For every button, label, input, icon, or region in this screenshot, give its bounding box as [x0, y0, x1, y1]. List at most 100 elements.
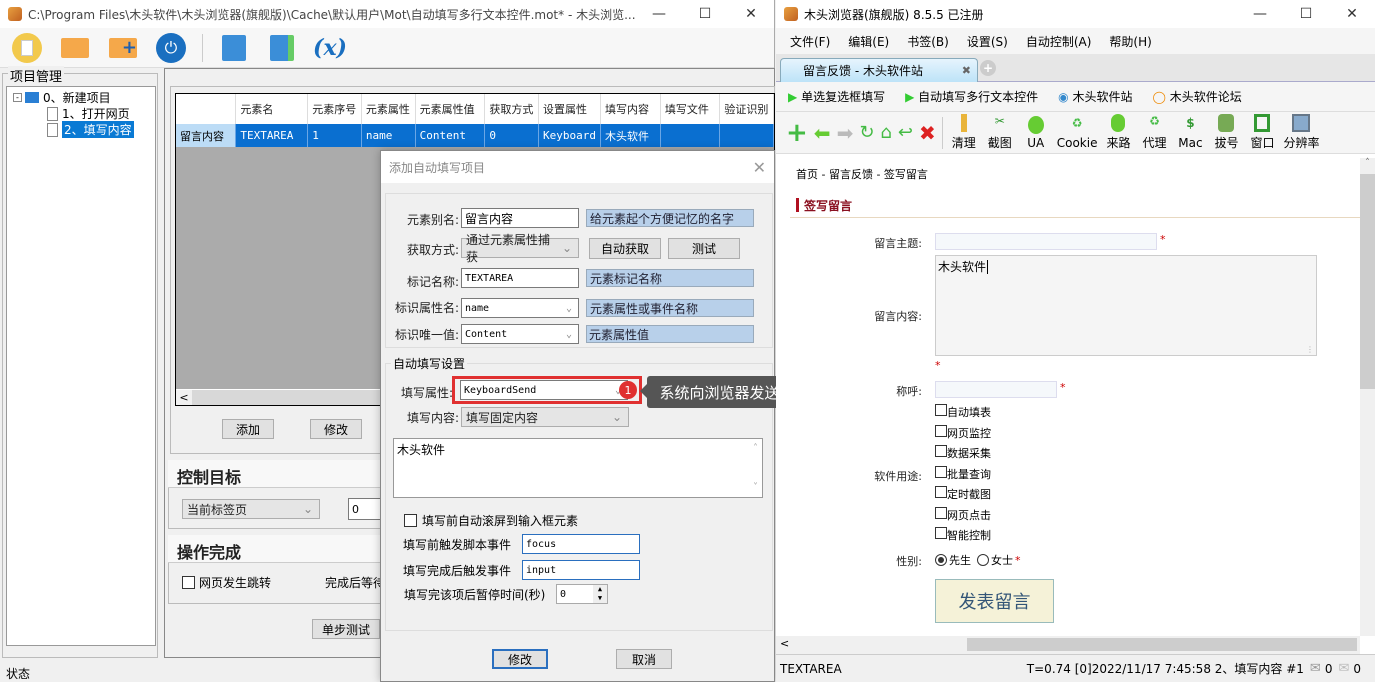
usage-checkbox[interactable]: 智能控制 [935, 526, 991, 547]
radio-male[interactable] [935, 554, 947, 566]
tree-root[interactable]: - 0、新建项目 [13, 89, 111, 106]
name-input[interactable] [935, 381, 1057, 398]
confirm-modify-button[interactable]: 修改 [492, 649, 548, 669]
target-select[interactable]: 当前标签页 ⌄ [182, 499, 320, 519]
variable-icon[interactable]: (x) [313, 32, 347, 64]
tool-referer[interactable]: 来路 [1103, 114, 1133, 151]
power-icon[interactable]: ⏻ [154, 32, 188, 64]
fill-text-area[interactable]: 木头软件 ˄ ˅ [393, 438, 763, 498]
checkbox-icon[interactable] [935, 404, 947, 416]
spinner-arrows-icon[interactable]: ▲ ▼ [593, 585, 607, 603]
bookmark-item[interactable]: ▶ 单选复选框填写 [788, 88, 885, 105]
menu-file[interactable]: 文件(F) [790, 33, 830, 50]
usage-checkbox[interactable]: 批量查询 [935, 465, 991, 486]
table-cell[interactable]: 1 [307, 124, 362, 147]
checkbox-icon[interactable] [935, 424, 947, 437]
close-tab-icon[interactable]: ✖ [962, 64, 971, 77]
usage-checkbox[interactable]: 网页点击 [935, 506, 991, 527]
menu-edit[interactable]: 编辑(E) [848, 33, 889, 50]
add-button[interactable]: 添加 [222, 419, 274, 439]
save-icon[interactable] [217, 32, 251, 64]
auto-get-button[interactable]: 自动获取 [589, 238, 661, 259]
table-cell[interactable]: 0 [484, 124, 539, 147]
page-vscrollbar[interactable]: ˄ [1360, 158, 1375, 636]
page-redirect-checkbox[interactable]: 网页发生跳转 [182, 574, 271, 591]
table-cell[interactable]: Content [415, 124, 486, 147]
forward-icon[interactable]: ➡ [837, 121, 854, 145]
save-as-icon[interactable] [265, 32, 299, 64]
table-cell[interactable]: name [361, 124, 416, 147]
minimize-button[interactable]: — [636, 6, 682, 22]
checkbox-icon[interactable] [935, 445, 947, 457]
scroll-down-icon[interactable]: ˅ [753, 482, 758, 493]
fill-prop-select[interactable]: KeyboardSend ⌄ [460, 380, 628, 400]
scroll-thumb[interactable] [967, 638, 1357, 651]
add-icon[interactable]: + [786, 118, 808, 148]
submit-button[interactable]: 发表留言 [935, 579, 1054, 623]
table-cell[interactable] [719, 124, 774, 147]
tool-cookie[interactable]: ♻ Cookie [1057, 116, 1098, 150]
bookmark-item[interactable]: ◉ 木头软件站 [1058, 88, 1132, 105]
minimize-button[interactable]: — [1237, 6, 1283, 22]
table-cell[interactable]: Keyboard [538, 124, 601, 147]
tool-proxy[interactable]: ♻ 代理 [1139, 114, 1169, 151]
bookmark-item[interactable]: ▶ 自动填写多行文本控件 [905, 88, 1038, 105]
usage-checkbox[interactable]: 自动填表 [935, 403, 991, 424]
cancel-button[interactable]: 取消 [616, 649, 672, 669]
tag-input[interactable]: TEXTAREA [461, 268, 579, 288]
message-icon[interactable]: ✉ [1310, 661, 1321, 676]
scroll-left-icon[interactable]: < [176, 390, 192, 405]
checkbox-icon[interactable] [935, 527, 947, 539]
tool-mac[interactable]: $ Mac [1175, 116, 1205, 150]
mail-icon[interactable]: ✉ [1338, 661, 1349, 676]
tree-item[interactable]: 1、打开网页 [47, 105, 130, 122]
bookmark-item[interactable]: ◯ 木头软件论坛 [1152, 88, 1241, 105]
content-textarea[interactable]: 木头软件 ⋮ [935, 255, 1317, 356]
checkbox-icon[interactable] [935, 465, 947, 478]
tab-feedback[interactable]: 留言反馈 - 木头软件站 ✖ [780, 58, 978, 82]
collapse-icon[interactable]: - [13, 93, 22, 102]
open-folder-icon[interactable] [58, 32, 92, 64]
tool-resolution[interactable]: 分辨率 [1283, 114, 1319, 151]
table-cell[interactable] [660, 124, 721, 147]
checkbox-icon[interactable] [935, 486, 947, 498]
usage-checkbox[interactable]: 定时截图 [935, 485, 991, 506]
tool-screenshot[interactable]: ✂ 截图 [985, 114, 1015, 151]
resize-grip-icon[interactable]: ⋮ [1306, 345, 1314, 354]
menu-bookmarks[interactable]: 书签(B) [907, 33, 949, 50]
back-icon[interactable]: ⬅ [814, 121, 831, 145]
before-event-input[interactable]: focus [522, 534, 640, 554]
close-icon[interactable]: ✕ [753, 158, 766, 177]
unique-select[interactable]: Content ⌄ [461, 324, 579, 344]
close-button[interactable]: ✕ [728, 6, 774, 22]
usage-checkbox[interactable]: 数据采集 [935, 444, 991, 465]
table-cell[interactable]: 木头软件 [600, 124, 661, 147]
menu-auto-control[interactable]: 自动控制(A) [1026, 33, 1092, 50]
radio-female[interactable] [977, 554, 989, 566]
home-icon[interactable]: ⌂ [880, 122, 891, 143]
attr-select[interactable]: name ⌄ [461, 298, 579, 318]
new-tab-icon[interactable]: + [980, 60, 996, 76]
method-select[interactable]: 通过元素属性捕获 ⌄ [461, 233, 579, 264]
scroll-up-icon[interactable]: ˄ [753, 443, 758, 454]
new-file-icon[interactable] [10, 32, 44, 64]
maximize-button[interactable]: ☐ [682, 6, 728, 22]
menu-settings[interactable]: 设置(S) [967, 33, 1008, 50]
after-event-input[interactable]: input [522, 560, 640, 580]
fill-content-select[interactable]: 填写固定内容 ⌄ [461, 407, 629, 427]
scroll-left-icon[interactable]: < [780, 637, 789, 650]
alias-input[interactable]: 留言内容 [461, 208, 579, 228]
tool-dial[interactable]: 拔号 [1211, 114, 1241, 151]
table-cell[interactable]: TEXTAREA [235, 124, 309, 147]
refresh-icon[interactable]: ↻ [859, 122, 874, 143]
step-test-button[interactable]: 单步测试 [312, 619, 380, 639]
test-button[interactable]: 测试 [668, 238, 740, 259]
pause-spinner[interactable]: 0 ▲ ▼ [556, 584, 608, 604]
close-button[interactable]: ✕ [1329, 6, 1375, 22]
tool-window[interactable]: 窗口 [1247, 114, 1277, 151]
table-row[interactable]: 留言内容 TEXTAREA 1 name Content 0 Keyboard … [176, 124, 774, 147]
add-folder-icon[interactable]: + [106, 32, 140, 64]
usage-checkbox[interactable]: 网页监控 [935, 424, 991, 445]
maximize-button[interactable]: ☐ [1283, 6, 1329, 22]
table-cell[interactable]: 留言内容 [176, 124, 237, 147]
